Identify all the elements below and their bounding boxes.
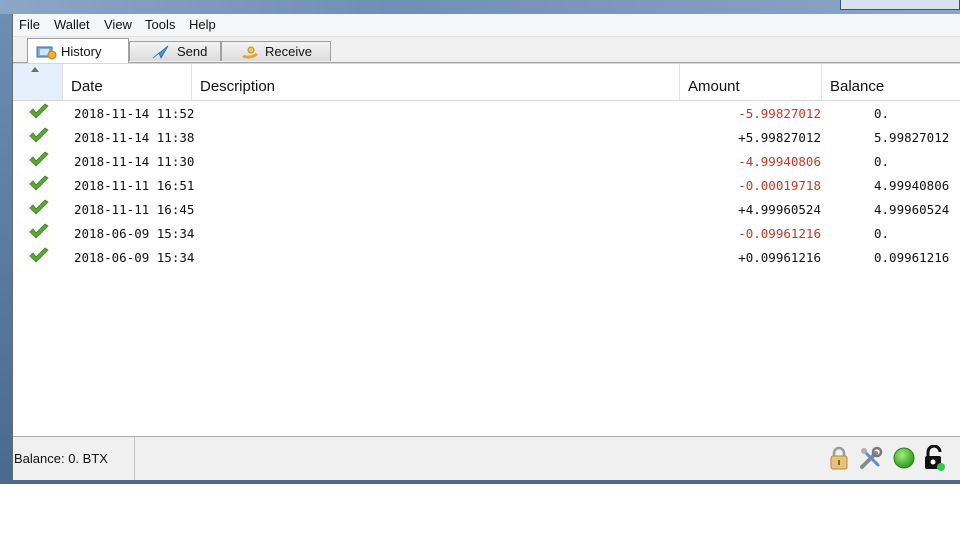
row-balance: 4.99960524 <box>874 202 950 217</box>
row-balance: 0. <box>874 226 890 241</box>
transaction-table[interactable]: Date Description Amount Balance 2018-11-… <box>13 63 960 436</box>
row-amount: -0.09961216 <box>738 226 821 241</box>
tab-receive[interactable]: Receive <box>221 41 331 61</box>
tab-send-label: Send <box>177 44 208 59</box>
connection-green-icon[interactable] <box>891 445 917 471</box>
row-balance: 0. <box>874 154 890 169</box>
encryption-icon[interactable] <box>921 444 947 471</box>
table-header: Date Description Amount Balance <box>13 64 960 101</box>
row-amount: +5.99827012 <box>738 130 821 145</box>
window-frame: File Wallet View Tools Help History Send… <box>0 0 960 484</box>
tab-send[interactable]: Send <box>129 41 221 61</box>
row-amount: +0.09961216 <box>738 250 821 265</box>
row-date: 2018-11-14 11:52 <box>74 106 195 121</box>
table-row[interactable]: 2018-11-14 11:30 -4.99940806 0. <box>13 149 960 173</box>
row-balance: 0.09961216 <box>874 250 950 265</box>
row-date: 2018-06-09 15:34 <box>74 250 195 265</box>
confirmed-check-icon <box>29 247 49 265</box>
lock-icon[interactable] <box>826 445 852 471</box>
row-amount: -5.99827012 <box>738 106 821 121</box>
row-balance: 4.99940806 <box>874 178 950 193</box>
row-date: 2018-06-09 15:34 <box>74 226 195 241</box>
tab-history[interactable]: History <box>27 38 129 63</box>
tab-receive-label: Receive <box>265 44 312 59</box>
table-row[interactable]: 2018-11-14 11:38 +5.99827012 5.99827012 <box>13 125 960 149</box>
window-controls[interactable] <box>840 0 960 10</box>
row-date: 2018-11-14 11:30 <box>74 154 195 169</box>
menu-file[interactable]: File <box>18 17 41 32</box>
table-row[interactable]: 2018-11-11 16:51 -0.00019718 4.99940806 <box>13 173 960 197</box>
window-client: File Wallet View Tools Help History Send… <box>12 14 960 480</box>
confirmed-check-icon <box>29 103 49 121</box>
row-amount: -0.00019718 <box>738 178 821 193</box>
table-row[interactable]: 2018-11-14 11:52 -5.99827012 0. <box>13 101 960 125</box>
table-row[interactable]: 2018-06-09 15:34 -0.09961216 0. <box>13 221 960 245</box>
row-balance: 0. <box>874 106 890 121</box>
status-column-header[interactable] <box>13 64 63 100</box>
menu-tools[interactable]: Tools <box>144 17 176 32</box>
tools-icon[interactable] <box>858 445 884 471</box>
balance-status: Balance: 0. BTX <box>13 437 135 480</box>
table-row[interactable]: 2018-11-11 16:45 +4.99960524 4.99960524 <box>13 197 960 221</box>
amount-column-header[interactable]: Amount <box>680 64 822 100</box>
menu-help[interactable]: Help <box>188 17 217 32</box>
row-amount: -4.99940806 <box>738 154 821 169</box>
balance-column-header[interactable]: Balance <box>822 64 960 100</box>
confirmed-check-icon <box>29 199 49 217</box>
description-column-header[interactable]: Description <box>192 64 680 100</box>
table-row[interactable]: 2018-06-09 15:34 +0.09961216 0.09961216 <box>13 245 960 269</box>
history-icon <box>36 44 57 60</box>
menu-bar: File Wallet View Tools Help <box>13 14 960 37</box>
row-date: 2018-11-11 16:45 <box>74 202 195 217</box>
title-bar[interactable] <box>0 0 960 14</box>
row-date: 2018-11-14 11:38 <box>74 130 195 145</box>
confirmed-check-icon <box>29 223 49 241</box>
row-balance: 5.99827012 <box>874 130 950 145</box>
confirmed-check-icon <box>29 151 49 169</box>
confirmed-check-icon <box>29 127 49 145</box>
row-date: 2018-11-11 16:51 <box>74 178 195 193</box>
receive-icon <box>240 45 260 59</box>
menu-wallet[interactable]: Wallet <box>53 17 91 32</box>
confirmed-check-icon <box>29 175 49 193</box>
status-bar: Balance: 0. BTX <box>13 436 960 480</box>
tab-bar: History Send Receive <box>13 37 960 63</box>
send-icon <box>152 45 172 59</box>
sort-up-icon <box>31 67 39 72</box>
status-icons <box>821 443 960 475</box>
menu-view[interactable]: View <box>103 17 133 32</box>
row-amount: +4.99960524 <box>738 202 821 217</box>
date-column-header[interactable]: Date <box>63 64 192 100</box>
tab-history-label: History <box>61 43 102 59</box>
